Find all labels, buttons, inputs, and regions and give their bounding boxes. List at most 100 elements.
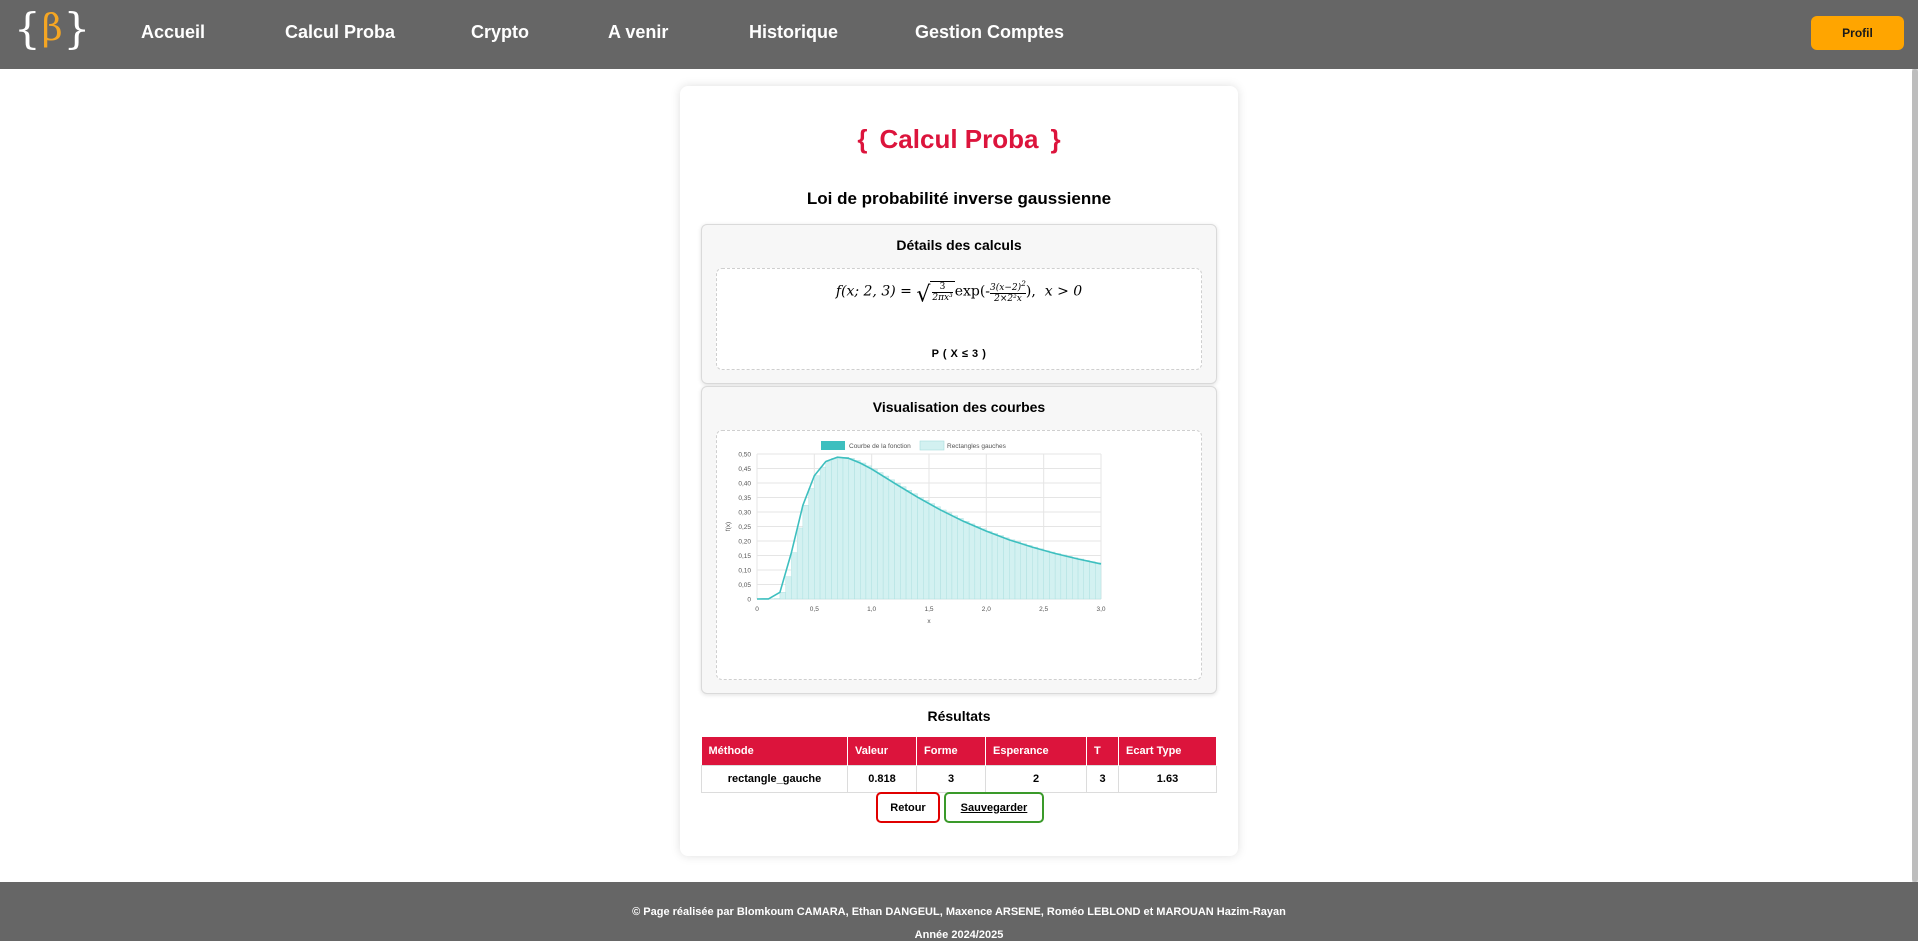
y-tick-label: 0,25	[738, 524, 751, 531]
chart-box: 0 0,05 0,10 0,15 0,20 0,25 0,30 0,35 0,40 0,45 0,5…	[716, 430, 1202, 680]
left-rectangle-bar	[1066, 556, 1073, 600]
legend-swatch-curve	[821, 441, 845, 450]
nav-link-gestion-comptes[interactable]: Gestion Comptes	[915, 22, 1064, 43]
cell-methode: rectangle_gauche	[701, 764, 848, 793]
left-rectangle-bar	[1003, 537, 1010, 600]
col-header-t: T	[1086, 737, 1119, 765]
left-rectangle-bar	[1020, 543, 1027, 600]
left-rectangle-bar	[980, 528, 987, 600]
left-rectangle-bar	[1009, 539, 1016, 600]
results-header-row: Méthode Valeur Forme Esperance T Ecart T…	[701, 737, 1217, 765]
site-logo[interactable]: { β }	[14, 6, 90, 52]
left-rectangle-bar	[911, 493, 918, 600]
left-rectangle-bar	[934, 506, 941, 600]
left-rectangle-bar	[865, 465, 872, 600]
left-rectangle-bar	[882, 475, 890, 600]
left-rectangle-bar	[842, 456, 849, 600]
left-rectangle-bar	[808, 488, 815, 600]
exp-numerator: 3(x−2)	[990, 283, 1022, 293]
back-button[interactable]: Retour	[876, 792, 940, 823]
exp-fraction: 3(x−2)2 2×2²x	[990, 279, 1026, 304]
left-rectangle-bar	[831, 458, 838, 600]
formula-tail: ),	[1025, 283, 1036, 300]
left-rectangle-bar	[791, 552, 798, 600]
left-rectangle-bar	[1083, 560, 1090, 600]
probability-expression: P ( X ≤ 3 )	[931, 348, 987, 360]
nav-link-accueil[interactable]: Accueil	[141, 22, 205, 43]
left-rectangle-bar	[1037, 548, 1044, 600]
left-rectangle-bar	[1095, 562, 1102, 600]
y-tick-label: 0,50	[738, 452, 751, 459]
cell-ecart-type: 1.63	[1118, 764, 1217, 793]
results-heading: Résultats	[927, 708, 991, 724]
y-tick-label: 0,45	[738, 466, 751, 473]
legend-label-rectangles: Rectangles gauches	[947, 443, 1007, 450]
col-header-methode: Méthode	[701, 737, 848, 765]
left-rectangle-bar	[1077, 558, 1085, 600]
left-rectangle-bar	[963, 521, 970, 600]
col-header-esperance: Esperance	[985, 737, 1087, 765]
y-axis-label: f(x)	[725, 522, 732, 531]
title-left-brace: {	[857, 124, 868, 154]
logo-beta-icon: β	[41, 8, 63, 49]
left-rectangle-bar	[1054, 553, 1062, 600]
x-tick-label: 1,5	[924, 606, 933, 613]
left-rectangle-bar	[957, 518, 964, 600]
cell-valeur: 0.818	[847, 764, 917, 793]
sqrt-fraction: 3 2πx³	[930, 280, 955, 303]
results-table: Méthode Valeur Forme Esperance T Ecart T…	[701, 737, 1217, 793]
x-tick-label: 0	[755, 606, 759, 613]
y-tick-label: 0,05	[738, 582, 751, 589]
left-rectangle-bar	[859, 462, 867, 600]
page-title: {Calcul Proba}	[680, 124, 1238, 155]
left-rectangle-bar	[945, 512, 953, 600]
left-rectangle-bar	[1026, 545, 1033, 600]
left-rectangle-bar	[785, 576, 792, 600]
profile-button[interactable]: Profil	[1811, 16, 1904, 50]
left-rectangle-bar	[1032, 546, 1039, 600]
nav-link-a-venir[interactable]: A venir	[608, 22, 668, 43]
page-scrollbar[interactable]	[1912, 69, 1918, 882]
logo-left-brace: {	[14, 4, 41, 53]
left-rectangle-bar	[802, 505, 809, 600]
y-tick-label: 0,15	[738, 553, 751, 560]
visualization-heading: Visualisation des courbes	[872, 399, 1046, 415]
col-header-ecart-type: Ecart Type	[1118, 737, 1217, 765]
save-button[interactable]: Sauvegarder	[944, 792, 1044, 823]
left-rectangle-bar	[871, 468, 878, 600]
left-rectangle-bar	[854, 460, 861, 600]
formula-exp: exp(-	[954, 283, 991, 300]
left-rectangle-bar	[928, 503, 935, 600]
left-rectangle-bar	[951, 515, 958, 600]
sqrt-numerator: 3	[932, 282, 953, 293]
sqrt-sign-icon: √	[916, 282, 931, 308]
formula-condition: x > 0	[1044, 283, 1083, 300]
x-tick-label: 1,0	[867, 606, 876, 613]
cell-t: 3	[1086, 764, 1119, 793]
legend-swatch-rectangles	[919, 440, 945, 451]
left-rectangle-bar	[894, 483, 901, 600]
legend-label-curve: Courbe de la fonction	[849, 443, 911, 450]
left-rectangle-bar	[923, 500, 930, 600]
footer-credits: © Page réalisée par Blomkoum CAMARA, Eth…	[632, 906, 1286, 918]
title-text: Calcul Proba	[879, 124, 1039, 154]
nav-link-calcul-proba[interactable]: Calcul Proba	[285, 22, 395, 43]
nav-link-crypto[interactable]: Crypto	[471, 22, 529, 43]
left-rectangle-bar	[819, 466, 826, 600]
left-rectangle-bar	[900, 486, 907, 600]
left-rectangle-bar	[1049, 551, 1056, 600]
top-navbar: { β } Accueil Calcul Proba Crypto A veni…	[0, 0, 1918, 69]
main-card: {Calcul Proba} Loi de probabilité invers…	[680, 86, 1238, 856]
left-rectangle-bar	[974, 526, 981, 600]
left-rectangle-bar	[991, 533, 999, 600]
scrollbar-thumb[interactable]	[1912, 69, 1918, 882]
left-rectangle-bar	[986, 530, 993, 600]
left-rectangle-bar	[1072, 557, 1079, 600]
left-rectangle-bar	[888, 479, 895, 600]
nav-link-historique[interactable]: Historique	[749, 22, 838, 43]
x-tick-label: 2,5	[1039, 606, 1048, 613]
visualization-panel: Visualisation des courbes 0 0,05 0,10 0,15 0…	[701, 386, 1217, 694]
cell-forme: 3	[916, 764, 986, 793]
left-rectangle-bar	[917, 497, 924, 600]
y-tick-label: 0,35	[738, 495, 751, 502]
